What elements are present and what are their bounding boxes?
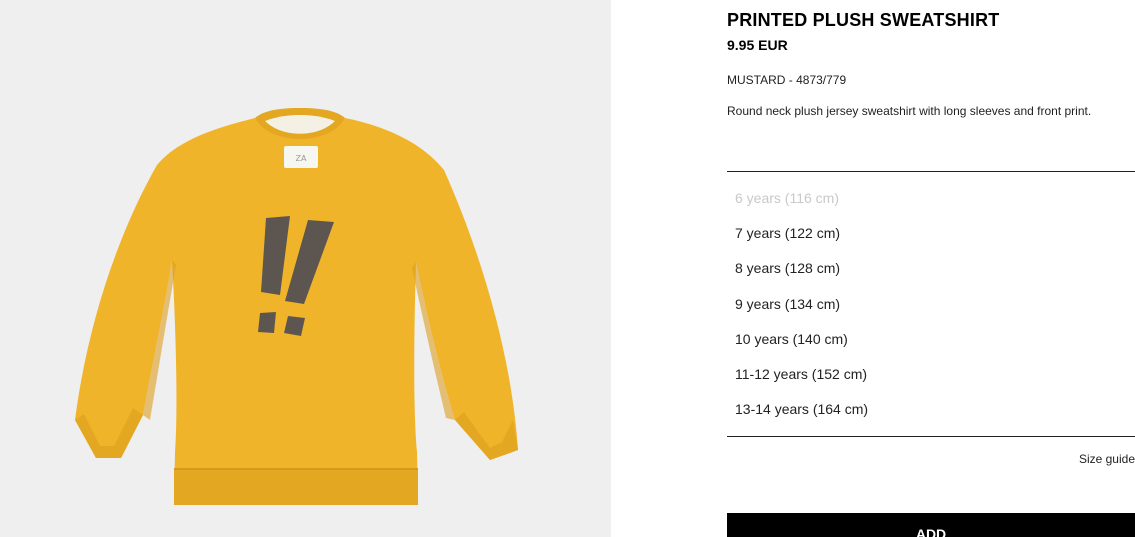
size-option-10-years[interactable]: 10 years (140 cm) — [727, 322, 1135, 357]
size-guide-link[interactable]: Size guide — [1079, 452, 1135, 466]
sweatshirt-illustration: ZA — [75, 108, 518, 505]
product-description: Round neck plush jersey sweatshirt with … — [727, 104, 1092, 118]
svg-text:ZA: ZA — [296, 154, 307, 163]
size-selector: 6 years (116 cm) 7 years (122 cm) 8 year… — [727, 181, 1135, 427]
product-reference: MUSTARD - 4873/779 — [727, 73, 847, 87]
add-to-cart-button[interactable]: ADD — [727, 513, 1135, 537]
size-option-13-14-years[interactable]: 13-14 years (164 cm) — [727, 392, 1135, 427]
product-page: ZA PRINTED PLUSH SWEATSHIRT 9.95 EUR MUS… — [0, 0, 1135, 537]
hem-rib — [174, 468, 418, 505]
size-option-11-12-years[interactable]: 11-12 years (152 cm) — [727, 357, 1135, 392]
product-info-panel: PRINTED PLUSH SWEATSHIRT 9.95 EUR MUSTAR… — [727, 0, 1135, 537]
size-list-divider-bottom — [727, 436, 1135, 437]
size-list-divider-top — [727, 171, 1135, 172]
product-price: 9.95 EUR — [727, 37, 788, 53]
size-option-6-years: 6 years (116 cm) — [735, 190, 839, 206]
product-image: ZA — [0, 0, 611, 537]
size-option-7-years[interactable]: 7 years (122 cm) — [727, 216, 1135, 251]
size-option-8-years[interactable]: 8 years (128 cm) — [727, 251, 1135, 286]
size-option-9-years[interactable]: 9 years (134 cm) — [727, 287, 1135, 322]
sweatshirt-body — [75, 118, 518, 505]
product-title: PRINTED PLUSH SWEATSHIRT — [727, 10, 1000, 30]
